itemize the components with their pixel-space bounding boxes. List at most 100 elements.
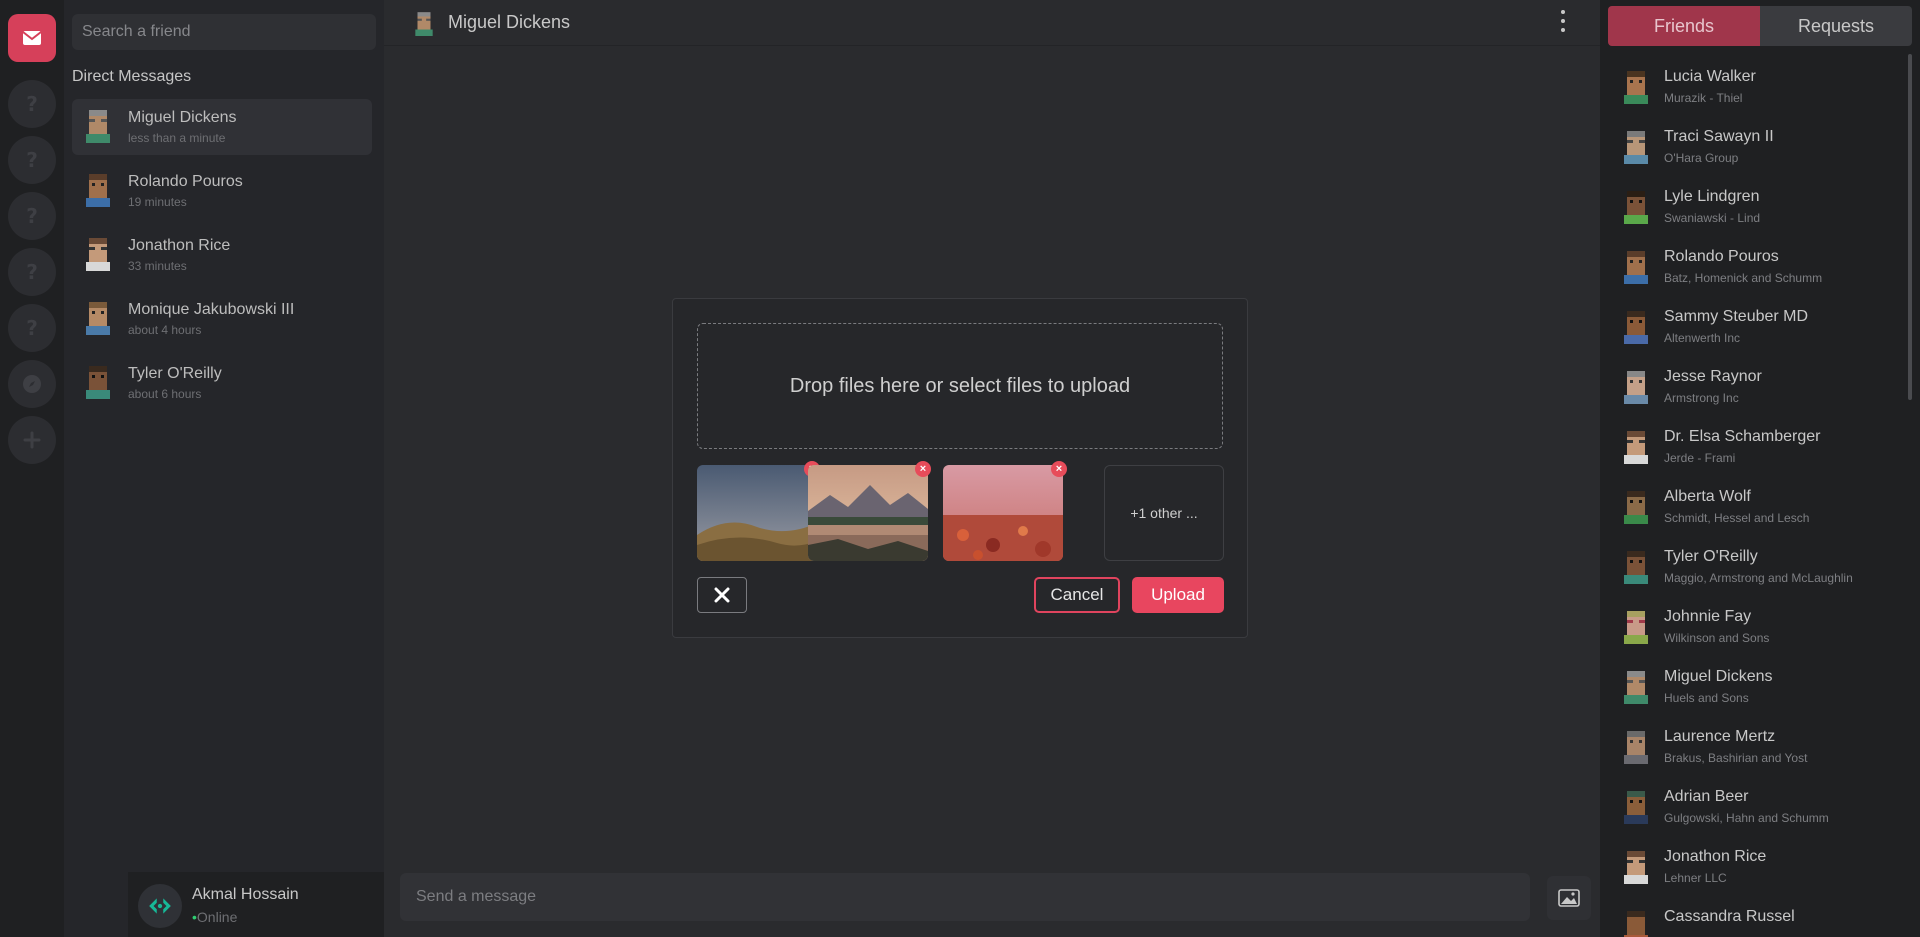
dm-item[interactable]: Jonathon Rice 33 minutes [72,227,372,283]
scrollbar[interactable] [1908,54,1912,400]
remove-file-2-button[interactable]: × [915,461,931,477]
dm-item[interactable]: Monique Jakubowski III about 4 hours [72,291,372,347]
attach-image-button[interactable] [1547,876,1591,920]
dm-list: Miguel Dickens less than a minute Roland… [72,99,372,419]
friend-item[interactable]: Adrian Beer Gulgowski, Hahn and Schumm [1600,780,1900,840]
compass-icon [23,375,41,393]
friend-item[interactable]: Jonathon Rice Lehner LLC [1600,840,1900,900]
friend-item[interactable]: Miguel Dickens Huels and Sons [1600,660,1900,720]
close-icon [714,587,730,603]
tab-requests[interactable]: Requests [1760,6,1912,46]
direct-messages-button[interactable] [8,14,56,62]
friend-item[interactable]: Sammy Steuber MD Altenwerth Inc [1600,300,1900,360]
upload-thumbnail-2 [808,465,928,561]
avatar [1618,548,1654,584]
dm-heading: Direct Messages [72,68,192,85]
friend-name: Rolando Pouros [1664,248,1779,265]
friends-list: Lucia Walker Murazik - Thiel Traci Saway… [1600,60,1900,937]
dm-item[interactable]: Rolando Pouros 19 minutes [72,163,372,219]
friend-item[interactable]: Dr. Elsa Schamberger Jerde - Frami [1600,420,1900,480]
dm-time: less than a minute [128,131,226,145]
friend-name: Lyle Lindgren [1664,188,1760,205]
svg-text:?: ? [26,148,38,172]
avatar [1618,188,1654,224]
friend-item[interactable]: Johnnie Fay Wilkinson and Sons [1600,600,1900,660]
avatar [1618,308,1654,344]
dm-time: 33 minutes [128,259,187,273]
friend-item[interactable]: Laurence Mertz Brakus, Bashirian and Yos… [1600,720,1900,780]
friend-item[interactable]: Lucia Walker Murazik - Thiel [1600,60,1900,120]
mountain-hills-image [697,465,817,561]
friend-company: Wilkinson and Sons [1664,631,1770,645]
avatar [1618,848,1654,884]
friend-item[interactable]: Lyle Lindgren Swaniawski - Lind [1600,180,1900,240]
clear-files-button[interactable] [697,577,747,613]
file-dropzone[interactable]: Drop files here or select files to uploa… [697,323,1223,449]
avatar [80,363,116,399]
friend-company: Schmidt, Hessel and Lesch [1664,511,1810,525]
friend-company: Brakus, Bashirian and Yost [1664,751,1808,765]
avatar [1618,128,1654,164]
friend-name: Jonathon Rice [1664,848,1767,865]
friend-company: Murazik - Thiel [1664,91,1743,105]
friend-item[interactable]: Jesse Raynor Armstrong Inc [1600,360,1900,420]
svg-text:?: ? [26,204,38,228]
explore-button[interactable] [8,360,56,408]
avatar [1618,728,1654,764]
cancel-button[interactable]: Cancel [1034,577,1120,613]
friend-name: Johnnie Fay [1664,608,1752,625]
server-button-3[interactable]: ? [8,192,56,240]
friend-name: Alberta Wolf [1664,488,1751,505]
tab-friends[interactable]: Friends [1608,6,1760,46]
dm-time: about 4 hours [128,323,202,337]
dm-item[interactable]: Tyler O'Reilly about 6 hours [72,355,372,411]
message-input[interactable]: Send a message [400,873,1530,921]
avatar [80,107,116,143]
user-avatar[interactable] [138,884,182,928]
user-status-text: Online [196,909,238,925]
more-files-indicator: +1 other ... [1104,465,1224,561]
avatar [1618,908,1654,937]
search-input[interactable] [72,14,376,50]
dm-sidebar: Direct Messages Miguel Dickens less than… [64,0,448,937]
upload-modal: Drop files here or select files to uploa… [672,298,1248,638]
question-icon: ? [26,260,38,284]
question-icon: ? [26,92,38,116]
avatar [1618,788,1654,824]
user-status: •Online [192,909,237,925]
upload-thumbnail-3 [943,465,1063,561]
upload-button[interactable]: Upload [1132,577,1224,613]
friend-item[interactable]: Cassandra Russel [1600,900,1900,937]
logo-icon [149,898,171,914]
svg-text:?: ? [26,92,38,116]
friend-item[interactable]: Tyler O'Reilly Maggio, Armstrong and McL… [1600,540,1900,600]
friend-item[interactable]: Rolando Pouros Batz, Homenick and Schumm [1600,240,1900,300]
more-options-icon[interactable] [1560,10,1566,32]
friend-name: Dr. Elsa Schamberger [1664,428,1821,445]
friend-name: Jesse Raynor [1664,368,1762,385]
friend-item[interactable]: Alberta Wolf Schmidt, Hessel and Lesch [1600,480,1900,540]
dm-item[interactable]: Miguel Dickens less than a minute [72,99,372,155]
server-button-4[interactable]: ? [8,248,56,296]
server-button-2[interactable]: ? [8,136,56,184]
friend-company: Armstrong Inc [1664,391,1739,405]
friend-item[interactable]: Traci Sawayn II O'Hara Group [1600,120,1900,180]
avatar [1618,368,1654,404]
dm-name: Rolando Pouros [128,173,243,190]
upload-thumbnail-1 [697,465,817,561]
friend-company: Lehner LLC [1664,871,1727,885]
remove-file-3-button[interactable]: × [1051,461,1067,477]
mail-icon [22,31,42,45]
friend-company: Gulgowski, Hahn and Schumm [1664,811,1829,825]
friend-name: Traci Sawayn II [1664,128,1774,145]
server-button-1[interactable]: ? [8,80,56,128]
server-rail: ? ? ? ? ? [0,0,64,937]
chat-avatar [411,10,437,36]
dm-time: about 6 hours [128,387,202,401]
add-server-button[interactable] [8,416,56,464]
friends-panel: Friends Requests Lucia Walker Murazik - … [1600,0,1920,937]
image-icon [1558,889,1580,907]
friend-name: Laurence Mertz [1664,728,1776,745]
friend-company: Swaniawski - Lind [1664,211,1761,225]
server-button-5[interactable]: ? [8,304,56,352]
